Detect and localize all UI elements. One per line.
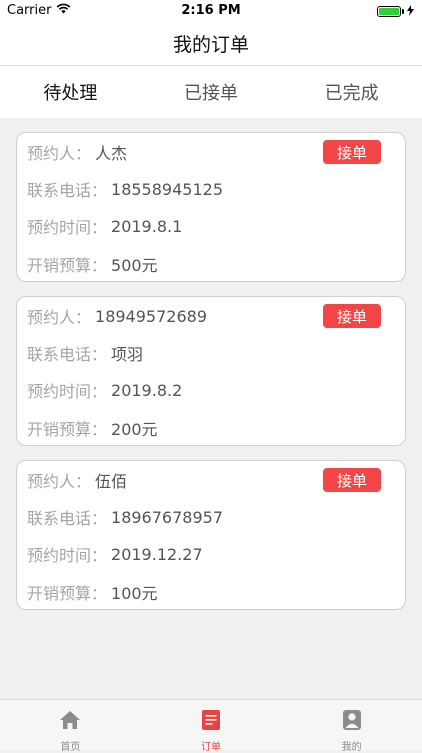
booker-row: 预约人： 人杰 [27, 140, 127, 164]
charging-icon [407, 5, 414, 18]
budget-value: 500元 [111, 256, 158, 275]
budget-value: 100元 [111, 584, 158, 603]
status-time: 2:16 PM [181, 3, 241, 18]
battery-indicator [377, 5, 414, 18]
tab-completed[interactable]: 已完成 [281, 66, 422, 118]
time-value: 2019.8.2 [111, 380, 183, 400]
phone-label: 联系电话： [27, 345, 108, 364]
navigation-bar: 我的订单 [0, 22, 422, 66]
booker-label: 预约人： [27, 308, 92, 327]
bottom-tab-label: 我的 [341, 742, 362, 753]
time-label: 预约时间： [27, 218, 108, 237]
budget-label: 开销预算： [27, 420, 108, 439]
status-bar: Carrier 2:16 PM [0, 0, 422, 22]
time-value: 2019.12.27 [111, 544, 203, 564]
time-label: 预约时间： [27, 382, 108, 401]
booker-value: 人杰 [95, 144, 128, 163]
time-row: 预约时间： 2019.8.1 [27, 214, 182, 238]
phone-label: 联系电话： [27, 509, 108, 528]
booker-row: 预约人： 18949572689 [27, 304, 207, 328]
budget-label: 开销预算： [27, 584, 108, 603]
page-title: 我的订单 [172, 34, 249, 56]
bottom-tab-orders[interactable]: 订单 [141, 700, 282, 753]
order-card: 预约人： 伍佰 接单 联系电话： 18967678957 预约时间： 2019.… [16, 460, 406, 610]
budget-label: 开销预算： [27, 256, 108, 275]
order-status-tabs: 待处理 已接单 已完成 [0, 66, 422, 118]
profile-icon [341, 709, 363, 735]
time-row: 预约时间： 2019.8.2 [27, 378, 182, 402]
booker-label: 预约人： [27, 144, 92, 163]
phone-row: 联系电话： 18967678957 [27, 505, 223, 529]
battery-icon [377, 6, 401, 17]
phone-row: 联系电话： 项羽 [27, 341, 143, 365]
orders-icon [200, 709, 222, 735]
accept-order-button[interactable]: 接单 [323, 468, 381, 492]
bottom-tab-home[interactable]: 首页 [0, 700, 141, 753]
time-value: 2019.8.1 [111, 216, 183, 236]
bottom-tab-label: 订单 [201, 742, 221, 753]
budget-row: 开销预算： 500元 [27, 252, 158, 276]
bottom-tab-profile[interactable]: 我的 [281, 700, 422, 753]
booker-value: 18949572689 [95, 306, 207, 326]
bottom-tab-label: 首页 [60, 742, 81, 753]
time-row: 预约时间： 2019.12.27 [27, 542, 203, 566]
order-card: 预约人： 18949572689 接单 联系电话： 项羽 预约时间： 2019.… [16, 296, 406, 446]
booker-value: 伍佰 [95, 472, 128, 491]
budget-row: 开销预算： 100元 [27, 580, 158, 604]
time-label: 预约时间： [27, 546, 108, 565]
tab-pending[interactable]: 待处理 [0, 66, 141, 118]
booker-row: 预约人： 伍佰 [27, 468, 127, 492]
accept-order-button[interactable]: 接单 [323, 304, 381, 328]
phone-label: 联系电话： [27, 181, 108, 200]
phone-value: 18558945125 [111, 179, 223, 199]
budget-row: 开销预算： 200元 [27, 416, 158, 440]
home-icon [59, 709, 81, 735]
phone-value: 18967678957 [111, 507, 223, 527]
booker-label: 预约人： [27, 472, 92, 491]
phone-value: 项羽 [111, 345, 144, 364]
bottom-tab-bar: 首页 订单 我的 [0, 699, 422, 753]
order-list: 预约人： 人杰 接单 联系电话： 18558945125 预约时间： 2019.… [16, 132, 406, 624]
order-card: 预约人： 人杰 接单 联系电话： 18558945125 预约时间： 2019.… [16, 132, 406, 282]
phone-row: 联系电话： 18558945125 [27, 177, 223, 201]
budget-value: 200元 [111, 420, 158, 439]
accept-order-button[interactable]: 接单 [323, 140, 381, 164]
tab-accepted[interactable]: 已接单 [141, 66, 282, 118]
